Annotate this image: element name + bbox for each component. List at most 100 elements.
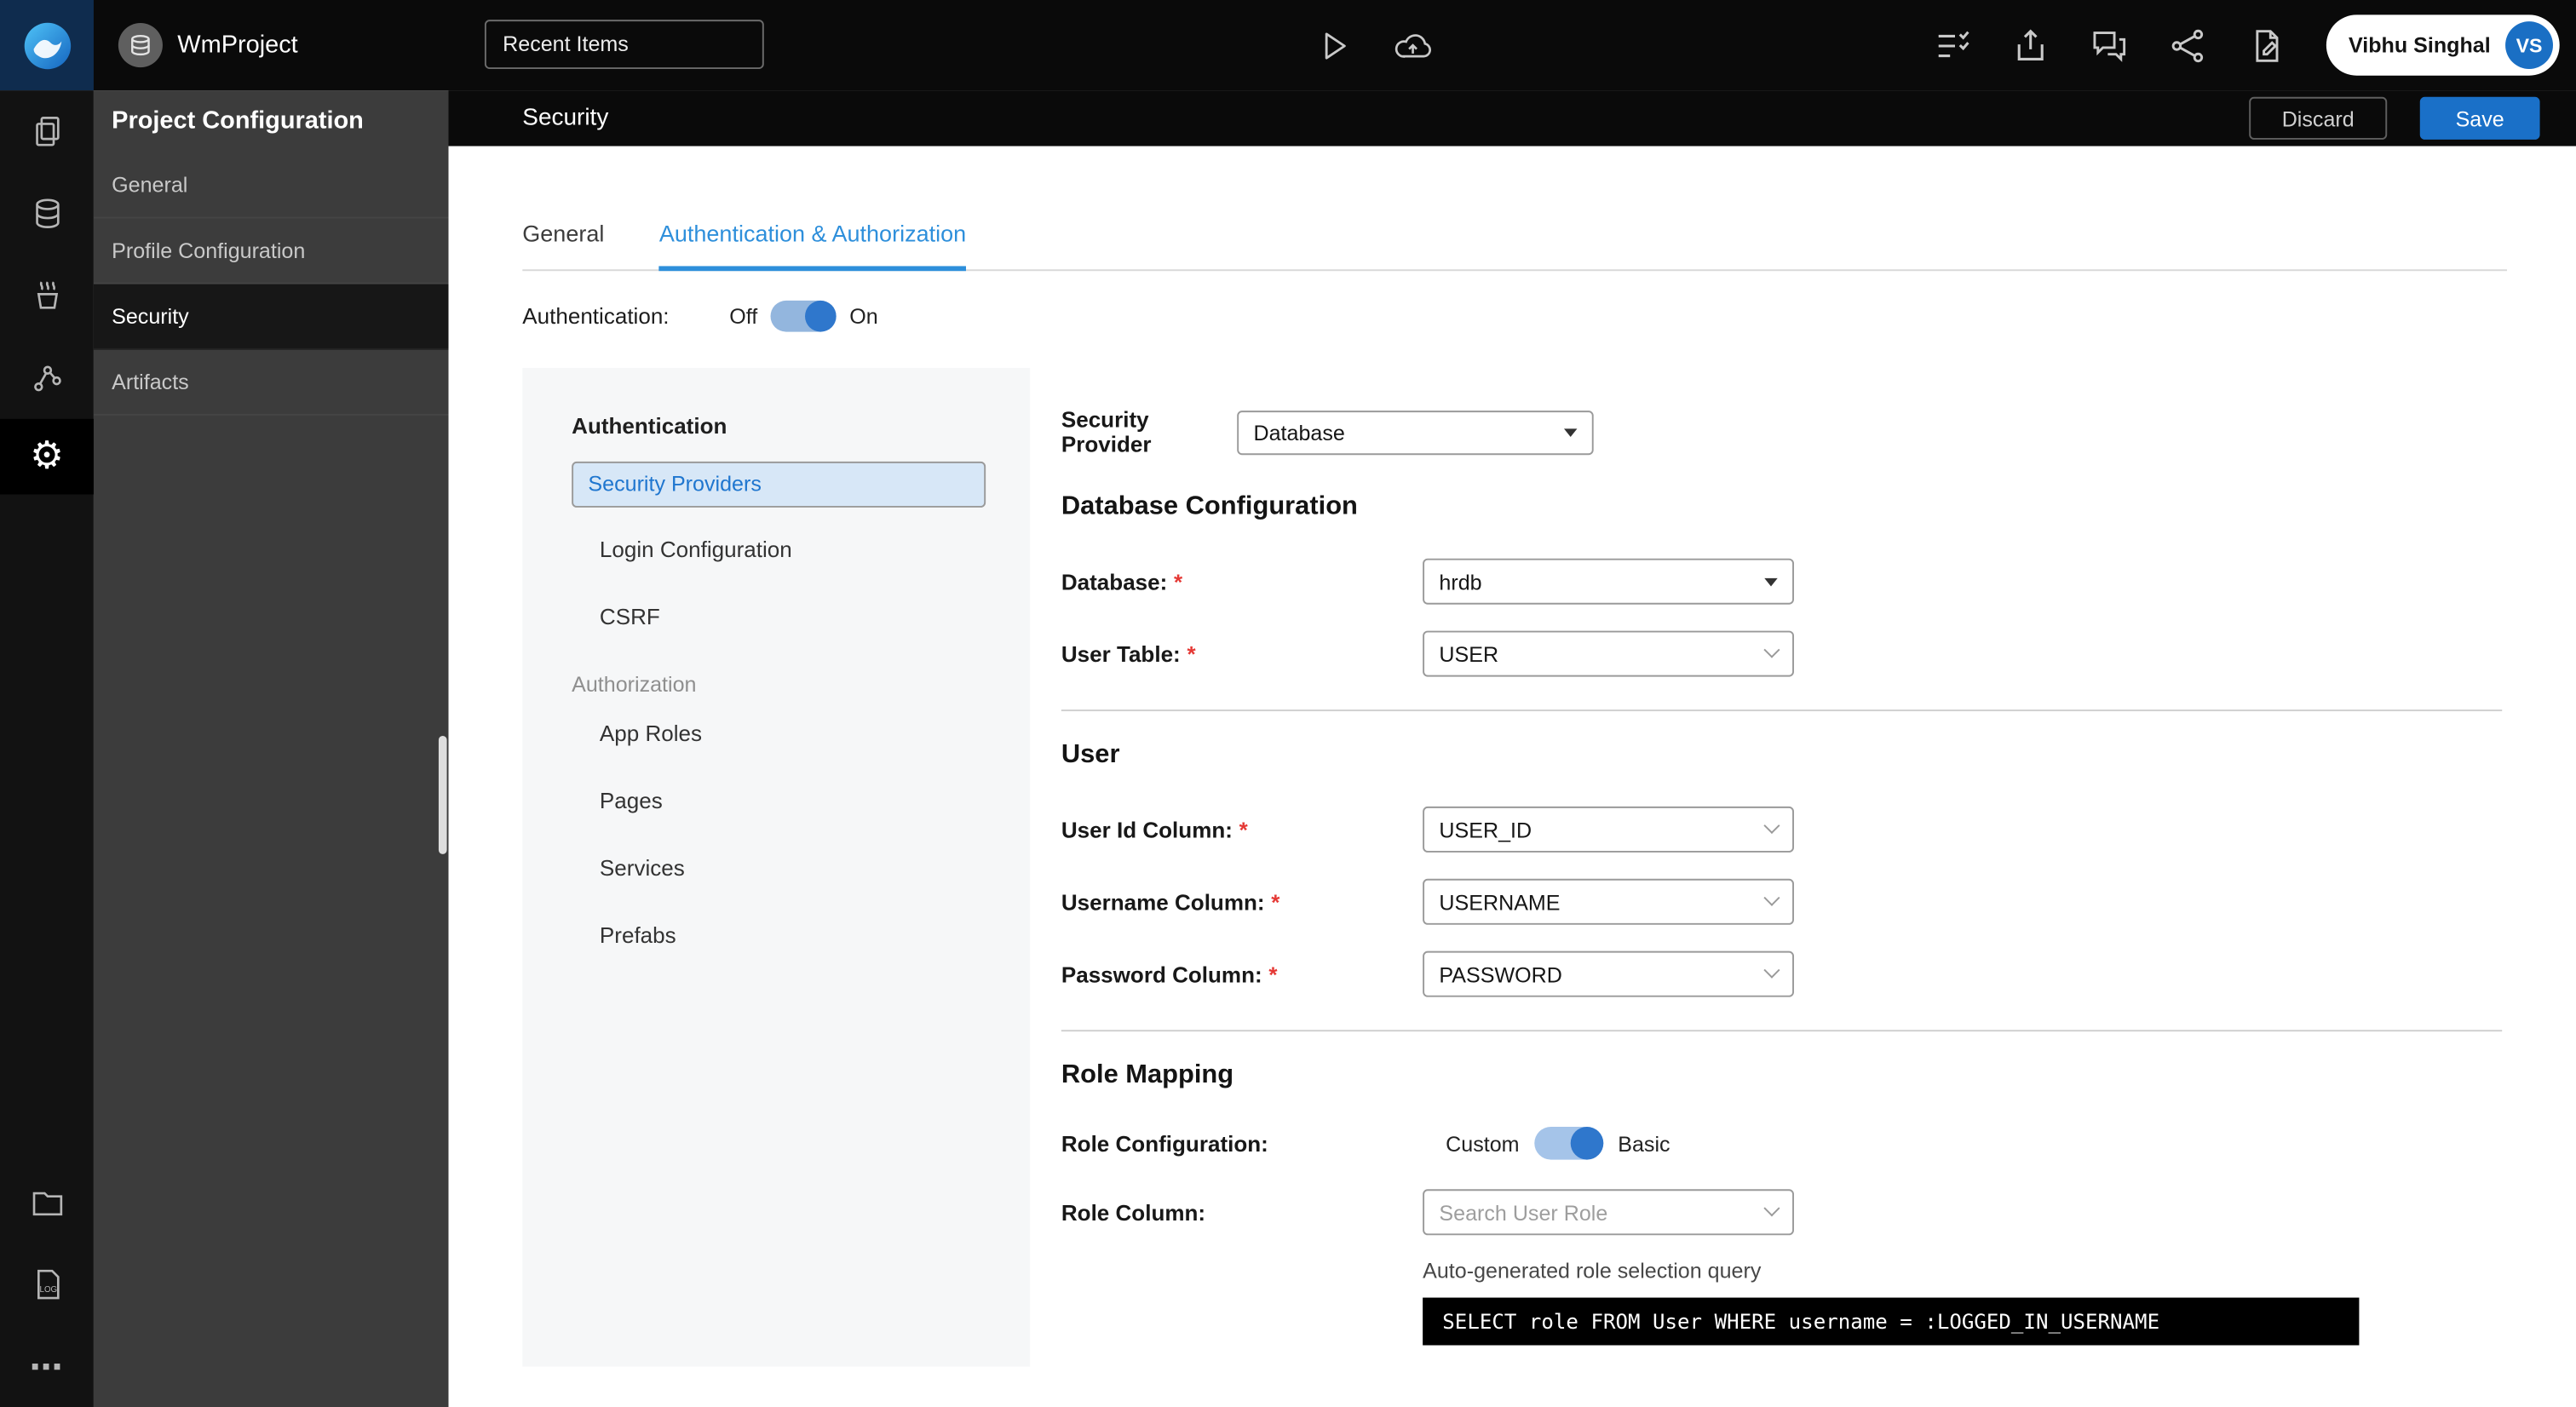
java-services-icon[interactable] [0, 255, 94, 336]
auth-menu-section-authorization: Authorization [572, 671, 697, 697]
role-configuration-toggle[interactable] [1533, 1126, 1603, 1160]
folder-icon[interactable] [0, 1161, 94, 1243]
sidebar-scrollbar[interactable] [438, 735, 447, 854]
menu-item-services[interactable]: Services [572, 844, 986, 893]
user-id-column-select[interactable]: USER_ID [1423, 806, 1794, 853]
database-select[interactable]: hrdb [1423, 558, 1794, 605]
menu-item-csrf[interactable]: CSRF [572, 593, 986, 642]
security-provider-form: Security Provider Database Database Conf… [1030, 368, 2576, 1367]
security-provider-value: Database [1253, 419, 1345, 445]
user-avatar: VS [2505, 21, 2553, 69]
toggle-knob [805, 299, 837, 331]
user-table-value: USER [1439, 641, 1499, 667]
password-column-row: Password Column: * PASSWORD [1061, 950, 2502, 997]
user-id-column-value: USER_ID [1439, 817, 1532, 842]
more-icon[interactable]: ⋯ [0, 1325, 94, 1407]
menu-item-prefabs[interactable]: Prefabs [572, 911, 986, 961]
run-icon[interactable] [1314, 26, 1354, 65]
username-column-value: USERNAME [1439, 889, 1561, 915]
authentication-toggle[interactable] [770, 299, 837, 331]
discard-button[interactable]: Discard [2249, 96, 2388, 140]
security-panel: Authentication Security Providers Login … [522, 367, 2576, 1367]
role-configuration-row: Role Configuration: Custom Basic [1061, 1126, 2502, 1160]
tab-general[interactable]: General [522, 220, 604, 266]
required-asterisk: * [1174, 569, 1183, 594]
sidebar-item-artifacts[interactable]: Artifacts [93, 350, 449, 416]
sidebar-item-security[interactable]: Security [93, 284, 449, 350]
tab-bar: General Authentication & Authorization [522, 220, 2507, 272]
chevron-down-icon [1763, 816, 1780, 834]
wavemaker-logo-icon [23, 21, 71, 69]
database-value: hrdb [1439, 569, 1482, 594]
feedback-icon[interactable] [2089, 26, 2128, 65]
section-divider [1061, 709, 2503, 712]
password-column-value: PASSWORD [1439, 962, 1562, 987]
menu-item-pages[interactable]: Pages [572, 777, 986, 826]
menu-item-security-providers[interactable]: Security Providers [572, 461, 986, 508]
chevron-down-icon [1764, 577, 1778, 586]
user-table-select[interactable]: USER [1423, 630, 1794, 677]
sidebar-item-general[interactable]: General [93, 152, 449, 219]
role-mapping-heading: Role Mapping [1061, 1060, 1234, 1089]
menu-item-app-roles[interactable]: App Roles [572, 709, 986, 759]
authentication-toggle-row: Authentication: Off On [522, 299, 2576, 332]
role-column-row: Role Column: Search User Role [1061, 1189, 2502, 1236]
top-bar: WmProject Recent Items Vibhu Singhal VS [0, 0, 2576, 91]
user-id-column-row: User Id Column: * USER_ID [1061, 806, 2502, 853]
role-column-label: Role Column: [1061, 1199, 1206, 1225]
tab-authentication-authorization[interactable]: Authentication & Authorization [658, 220, 967, 272]
sidebar-item-profile-configuration[interactable]: Profile Configuration [93, 218, 449, 284]
security-provider-select[interactable]: Database [1237, 410, 1594, 455]
authentication-label: Authentication: [522, 302, 670, 328]
section-divider [1061, 1030, 2503, 1032]
recent-items-dropdown[interactable]: Recent Items [484, 20, 764, 69]
user-table-label: User Table: * [1061, 641, 1196, 667]
project-avatar-icon[interactable] [118, 22, 163, 68]
pages-icon[interactable] [0, 90, 94, 172]
auth-menu-section-authentication: Authentication [572, 413, 727, 439]
toggle-off-label: Off [729, 302, 758, 328]
user-id-column-label: User Id Column: * [1061, 817, 1248, 842]
logs-icon[interactable]: LOG [0, 1243, 94, 1325]
username-column-select[interactable]: USERNAME [1423, 878, 1794, 925]
database-icon[interactable] [0, 172, 94, 254]
task-list-icon[interactable] [1931, 26, 1970, 65]
security-provider-row: Security Provider Database [1061, 407, 2502, 457]
user-heading: User [1061, 740, 1120, 769]
chevron-down-icon [1763, 1199, 1780, 1216]
file-edit-icon[interactable] [2246, 26, 2286, 65]
main-content: General Authentication & Authorization A… [448, 146, 2576, 1407]
sidebar-title: Project Configuration [112, 106, 364, 135]
user-name: Vibhu Singhal [2349, 32, 2491, 58]
apis-icon[interactable] [0, 336, 94, 418]
project-name: WmProject [177, 31, 298, 60]
custom-label: Custom [1446, 1130, 1520, 1156]
user-table-row: User Table: * USER [1061, 630, 2502, 677]
password-column-select[interactable]: PASSWORD [1423, 950, 1794, 997]
required-asterisk: * [1271, 889, 1280, 915]
deploy-cloud-icon[interactable] [1393, 26, 1432, 65]
chevron-down-icon [1763, 888, 1780, 905]
menu-item-login-configuration[interactable]: Login Configuration [572, 525, 986, 575]
required-asterisk: * [1239, 817, 1248, 842]
svg-text:LOG: LOG [39, 1285, 57, 1295]
export-icon[interactable] [2010, 26, 2050, 65]
password-column-label: Password Column: * [1061, 962, 1278, 987]
settings-gear-icon[interactable]: ⚙ [0, 418, 94, 495]
toggle-on-label: On [849, 302, 878, 328]
database-configuration-heading: Database Configuration [1061, 492, 1358, 521]
chevron-down-icon [1563, 428, 1578, 437]
role-column-select[interactable]: Search User Role [1423, 1189, 1794, 1236]
required-asterisk: * [1268, 962, 1278, 987]
save-button[interactable]: Save [2419, 96, 2540, 140]
query-caption: Auto-generated role selection query [1423, 1258, 1762, 1284]
required-asterisk: * [1187, 641, 1196, 667]
database-label: Database: * [1061, 569, 1183, 594]
role-configuration-label: Role Configuration: [1061, 1130, 1268, 1156]
security-provider-label: Security Provider [1061, 407, 1152, 457]
user-menu[interactable]: Vibhu Singhal VS [2326, 14, 2560, 76]
database-row: Database: * hrdb [1061, 558, 2502, 605]
share-network-icon[interactable] [2168, 26, 2207, 65]
wavemaker-logo[interactable] [0, 0, 94, 91]
username-column-row: Username Column: * USERNAME [1061, 878, 2502, 925]
